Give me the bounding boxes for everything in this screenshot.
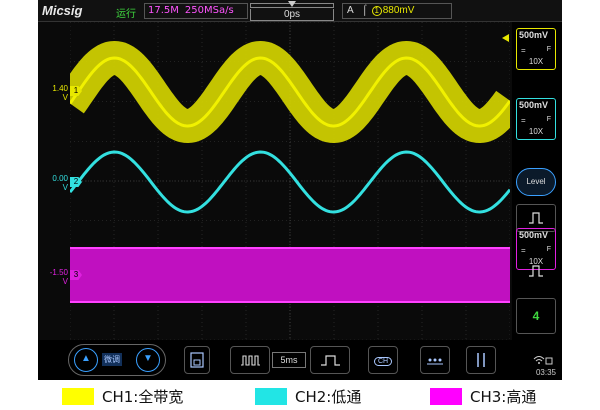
ch1-settings-button[interactable]: 500mV = F 10X bbox=[516, 28, 556, 70]
ch2-offset-label: 0.00 V bbox=[52, 174, 68, 192]
channel-menu-label: CH bbox=[373, 357, 393, 366]
triangle-up-icon[interactable]: ▲ bbox=[74, 348, 98, 372]
brand-logo: Micsig bbox=[42, 3, 83, 18]
horizontal-position[interactable]: 0ps bbox=[250, 1, 334, 21]
legend-swatch-ch2 bbox=[255, 387, 287, 405]
oscilloscope-screen: Micsig 运行 17.5M 250MSa/s 0ps A ⌠ 1 880mV 1.4… bbox=[38, 0, 562, 380]
cursor-lines-icon[interactable] bbox=[466, 346, 496, 374]
timebase-decrease-button[interactable] bbox=[230, 346, 270, 374]
time-offset: 0ps bbox=[250, 9, 334, 21]
acquisition-info[interactable]: 17.5M 250MSa/s bbox=[144, 3, 248, 19]
legend-swatch-ch3 bbox=[430, 387, 462, 405]
waveform-display[interactable] bbox=[70, 22, 510, 340]
trigger-position-marker bbox=[288, 1, 296, 7]
rising-edge-icon: ⌠ bbox=[361, 5, 368, 16]
legend-swatch-ch1 bbox=[62, 387, 94, 405]
top-status-bar: Micsig 运行 17.5M 250MSa/s 0ps A ⌠ 1 880mV bbox=[38, 0, 562, 22]
ch1-offset-label: 1.40 V bbox=[52, 84, 68, 102]
ch2-settings-button[interactable]: 500mV = F 10X bbox=[516, 98, 556, 140]
measure-dots-icon[interactable] bbox=[420, 346, 450, 374]
save-file-icon[interactable] bbox=[184, 346, 210, 374]
trigger-info[interactable]: A ⌠ 1 880mV bbox=[342, 3, 452, 19]
right-channel-panel: 500mV = F 10X 500mV = F 10X Level 500mV … bbox=[502, 22, 562, 340]
legend-item-ch1: CH1:全带宽 bbox=[62, 387, 184, 406]
wifi-icon bbox=[532, 354, 554, 368]
ch3-waveform bbox=[70, 248, 510, 302]
trigger-channel-badge: 1 bbox=[371, 6, 382, 16]
run-status[interactable]: 运行 bbox=[116, 5, 136, 20]
timebase-increase-button[interactable] bbox=[310, 346, 350, 374]
waveform-canvas bbox=[70, 22, 510, 340]
channel-menu-button[interactable]: CH bbox=[368, 346, 398, 374]
trigger-level: 880mV bbox=[382, 5, 415, 16]
memory-depth: 17.5M bbox=[148, 5, 179, 16]
bottom-toolbar: ▲ 微调 ▼ 5ms CH 03:35 bbox=[38, 340, 562, 380]
trigger-level-button[interactable]: Level bbox=[516, 168, 556, 196]
fine-adjust-label[interactable]: 微调 bbox=[102, 353, 122, 366]
channel-legend: CH1:全带宽 CH2:低通 CH3:高通 bbox=[0, 380, 600, 410]
triangle-down-icon[interactable]: ▼ bbox=[136, 348, 160, 372]
trigger-level-arrow bbox=[502, 34, 509, 42]
legend-label-ch1: CH1:全带宽 bbox=[102, 387, 184, 406]
legend-item-ch3: CH3:高通 bbox=[430, 387, 537, 406]
time-per-division[interactable]: 5ms bbox=[272, 352, 306, 368]
pulse-wave-icon[interactable] bbox=[516, 258, 556, 286]
legend-label-ch3: CH3:高通 bbox=[470, 387, 537, 406]
legend-item-ch2: CH2:低通 bbox=[255, 387, 362, 406]
dense-pulse-icon bbox=[241, 355, 260, 366]
sample-rate: 250MSa/s bbox=[184, 5, 234, 16]
page-number-button[interactable]: 4 bbox=[516, 298, 556, 334]
ch3-offset-label: -1.50 V bbox=[49, 268, 68, 286]
trigger-source: A bbox=[347, 5, 354, 16]
wide-pulse-icon bbox=[321, 355, 340, 366]
system-clock: 03:35 bbox=[535, 368, 556, 377]
legend-label-ch2: CH2:低通 bbox=[295, 387, 362, 406]
